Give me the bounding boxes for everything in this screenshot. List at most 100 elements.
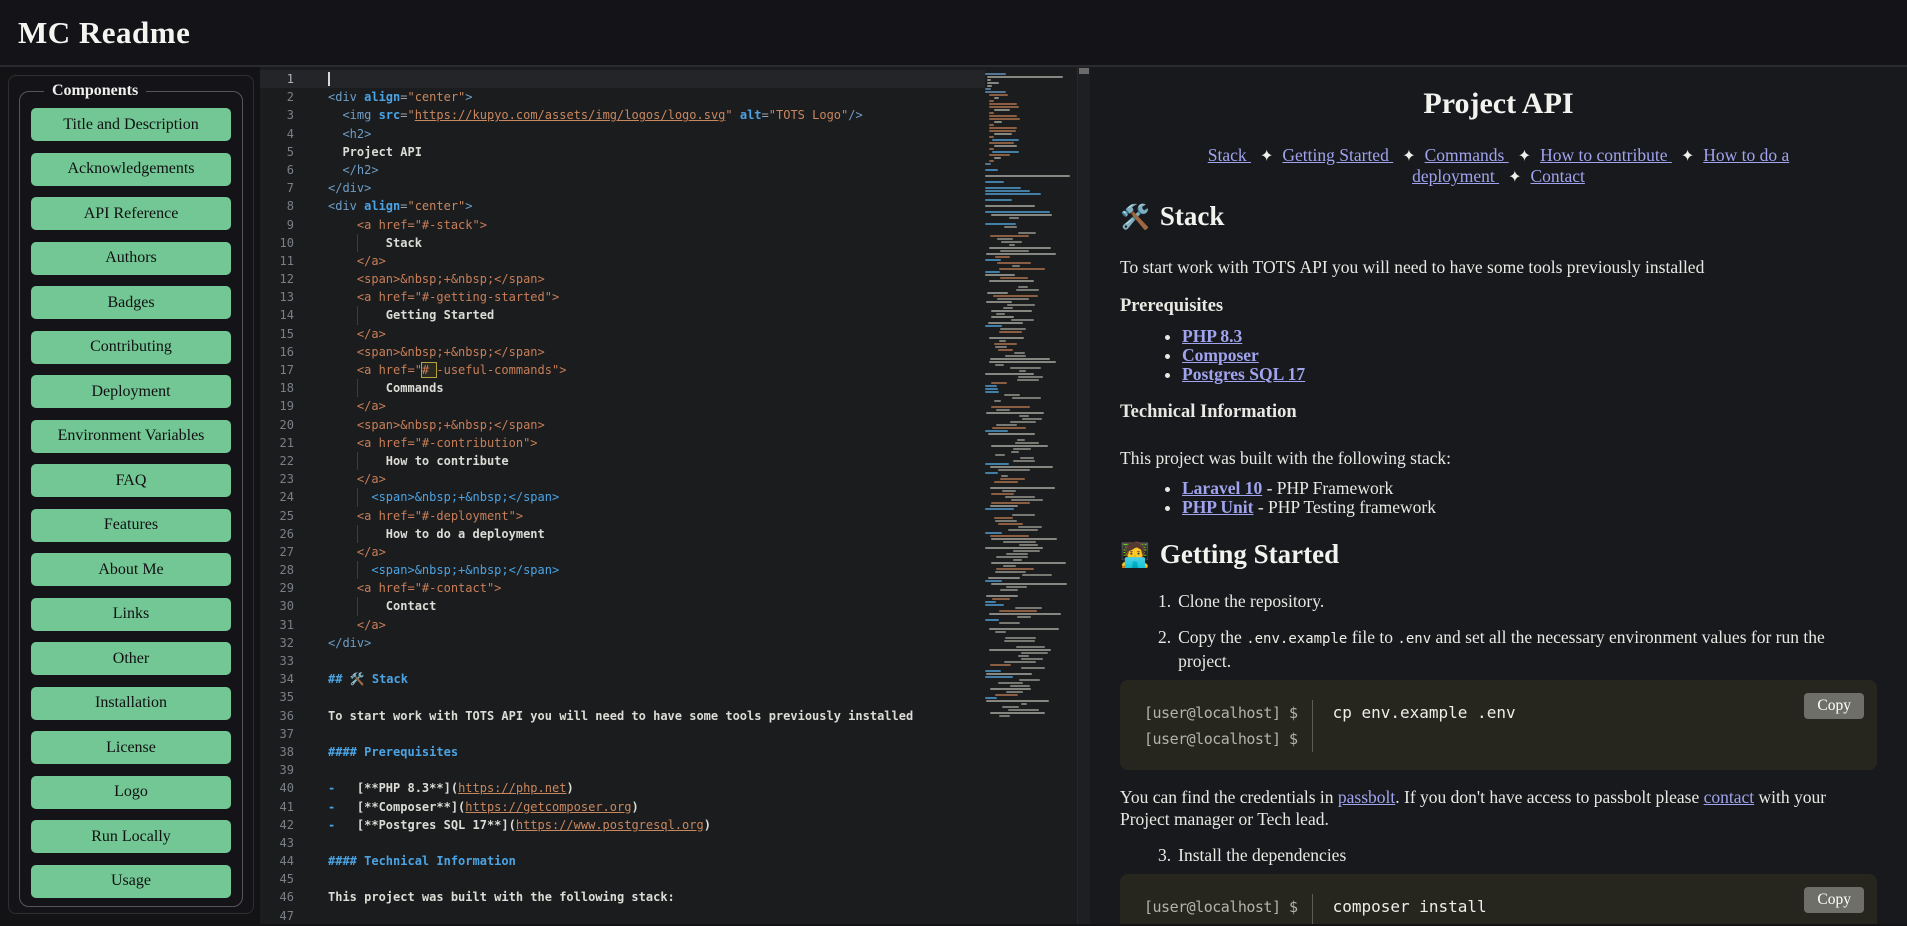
editor-scrollbar-thumb[interactable] bbox=[1079, 68, 1089, 74]
preview-link-composer[interactable]: Composer bbox=[1182, 345, 1259, 365]
component-button-contributing[interactable]: Contributing bbox=[31, 331, 231, 364]
component-button-license[interactable]: License bbox=[31, 731, 231, 764]
minimap-line bbox=[1015, 442, 1039, 444]
minimap-line bbox=[991, 406, 1029, 408]
copy-button[interactable]: Copy bbox=[1804, 887, 1864, 913]
minimap-line bbox=[1018, 286, 1029, 288]
component-button-installation[interactable]: Installation bbox=[31, 687, 231, 720]
component-button-run-locally[interactable]: Run Locally bbox=[31, 820, 231, 853]
editor-line-3: 3 <img src="https://kupyo.com/assets/img… bbox=[260, 106, 985, 124]
minimap-line bbox=[985, 166, 1077, 168]
preview-link-laravel-10[interactable]: Laravel 10 bbox=[1182, 478, 1262, 498]
preview-nav-link-contact[interactable]: Contact bbox=[1530, 166, 1584, 186]
preview-link-php-unit[interactable]: PHP Unit bbox=[1182, 497, 1253, 517]
component-button-api-reference[interactable]: API Reference bbox=[31, 197, 231, 230]
editor-line-21: 21 <a href="#-contribution"> bbox=[260, 434, 985, 452]
minimap-line bbox=[985, 70, 1077, 72]
minimap-line bbox=[990, 487, 1055, 489]
numbered-step: 1.Clone the repository. bbox=[1158, 590, 1877, 612]
minimap-line bbox=[990, 688, 1031, 690]
minimap-line bbox=[986, 253, 1056, 255]
preview-subheading-technical-information: Technical Information bbox=[1120, 402, 1877, 423]
editor-line-42: 42- [**Postgres SQL 17**](https://www.po… bbox=[260, 816, 985, 834]
component-button-other[interactable]: Other bbox=[31, 642, 231, 675]
minimap-line bbox=[989, 337, 1024, 339]
editor-code-rows[interactable]: 12<div align="center">3 <img src="https:… bbox=[260, 70, 985, 924]
step-number: 2. bbox=[1158, 626, 1171, 672]
component-button-faq[interactable]: FAQ bbox=[31, 464, 231, 497]
app-title: MC Readme bbox=[18, 15, 190, 51]
editor-minimap[interactable] bbox=[985, 70, 1077, 924]
minimap-line bbox=[997, 262, 1030, 264]
minimap-line bbox=[985, 643, 1077, 645]
preview-nav-link-how-to-contribute[interactable]: How to contribute bbox=[1540, 145, 1672, 165]
minimap-line bbox=[995, 631, 1006, 633]
component-button-badges[interactable]: Badges bbox=[31, 286, 231, 319]
editor-scrollbar[interactable] bbox=[1077, 67, 1090, 924]
component-button-links[interactable]: Links bbox=[31, 598, 231, 631]
minimap-line bbox=[989, 280, 1034, 282]
editor-line-37: 37 bbox=[260, 725, 985, 743]
minimap-line bbox=[989, 124, 993, 126]
editor-line-number: 19 bbox=[260, 397, 312, 415]
minimap-line bbox=[985, 274, 1014, 276]
minimap-line bbox=[989, 94, 1008, 96]
component-button-authors[interactable]: Authors bbox=[31, 242, 231, 275]
step-text: Copy the .env.example file to .env and s… bbox=[1178, 626, 1877, 672]
component-button-about-me[interactable]: About Me bbox=[31, 553, 231, 586]
editor-line-23: 23 </a> bbox=[260, 470, 985, 488]
numbered-step: 2.Copy the .env.example file to .env and… bbox=[1158, 626, 1877, 672]
preview-nav-link-stack[interactable]: Stack bbox=[1208, 145, 1251, 165]
editor-line-15: 15 </a> bbox=[260, 325, 985, 343]
component-button-list: Title and Description Acknowledgements API… bbox=[20, 108, 242, 898]
minimap-line bbox=[994, 400, 1002, 402]
minimap-line bbox=[985, 163, 991, 165]
step-number: 3. bbox=[1158, 844, 1171, 866]
minimap-line bbox=[988, 577, 1019, 579]
editor-line-number: 42 bbox=[260, 816, 312, 834]
minimap-line bbox=[988, 433, 1035, 435]
preview-link-postgres-sql-17[interactable]: Postgres SQL 17 bbox=[1182, 364, 1305, 384]
component-button-logo[interactable]: Logo bbox=[31, 776, 231, 809]
editor-line-number: 4 bbox=[260, 125, 312, 143]
minimap-line bbox=[995, 520, 1017, 522]
preview-link-passbolt[interactable]: passbolt bbox=[1338, 787, 1395, 807]
minimap-line bbox=[989, 613, 1061, 615]
text-cursor bbox=[328, 72, 330, 86]
component-button-features[interactable]: Features bbox=[31, 509, 231, 542]
minimap-line bbox=[987, 76, 1063, 78]
preview-link-php-8.3[interactable]: PHP 8.3 bbox=[1182, 326, 1242, 346]
editor-line-number: 31 bbox=[260, 616, 312, 634]
minimap-line bbox=[996, 424, 1017, 426]
markdown-code-editor[interactable]: 12<div align="center">3 <img src="https:… bbox=[260, 67, 1090, 924]
minimap-line bbox=[1004, 394, 1021, 396]
component-button-environment-variables[interactable]: Environment Variables bbox=[31, 420, 231, 453]
text-span: Clone the repository. bbox=[1178, 591, 1324, 611]
minimap-line bbox=[1013, 550, 1040, 552]
minimap-line bbox=[985, 175, 1070, 177]
editor-line-16: 16 <span>&nbsp;+&nbsp;</span> bbox=[260, 343, 985, 361]
editor-line-number: 37 bbox=[260, 725, 312, 743]
component-button-acknowledgements[interactable]: Acknowledgements bbox=[31, 153, 231, 186]
minimap-line bbox=[985, 676, 1013, 678]
preview-nav-link-getting-started[interactable]: Getting Started bbox=[1282, 145, 1393, 165]
editor-line-number: 25 bbox=[260, 507, 312, 525]
minimap-line bbox=[1005, 496, 1035, 498]
minimap-line bbox=[1017, 439, 1025, 441]
copy-button[interactable]: Copy bbox=[1804, 693, 1864, 719]
minimap-line bbox=[994, 517, 1013, 519]
minimap-line bbox=[985, 199, 1012, 201]
preview-nav-link-commands[interactable]: Commands bbox=[1425, 145, 1509, 165]
editor-line-number: 17 bbox=[260, 361, 312, 379]
editor-line-number: 47 bbox=[260, 907, 312, 924]
component-button-title-and-description[interactable]: Title and Description bbox=[31, 108, 231, 141]
editor-line-44: 44#### Technical Information bbox=[260, 852, 985, 870]
component-button-deployment[interactable]: Deployment bbox=[31, 375, 231, 408]
component-button-usage[interactable]: Usage bbox=[31, 865, 231, 898]
minimap-line bbox=[1009, 217, 1019, 219]
list-item: Composer bbox=[1182, 346, 1877, 365]
nav-separator-icon: ✦ bbox=[1499, 169, 1530, 186]
minimap-line bbox=[990, 235, 1029, 237]
preview-link-contact[interactable]: contact bbox=[1704, 787, 1755, 807]
text-span: . If you don't have access to passbolt p… bbox=[1395, 787, 1703, 807]
